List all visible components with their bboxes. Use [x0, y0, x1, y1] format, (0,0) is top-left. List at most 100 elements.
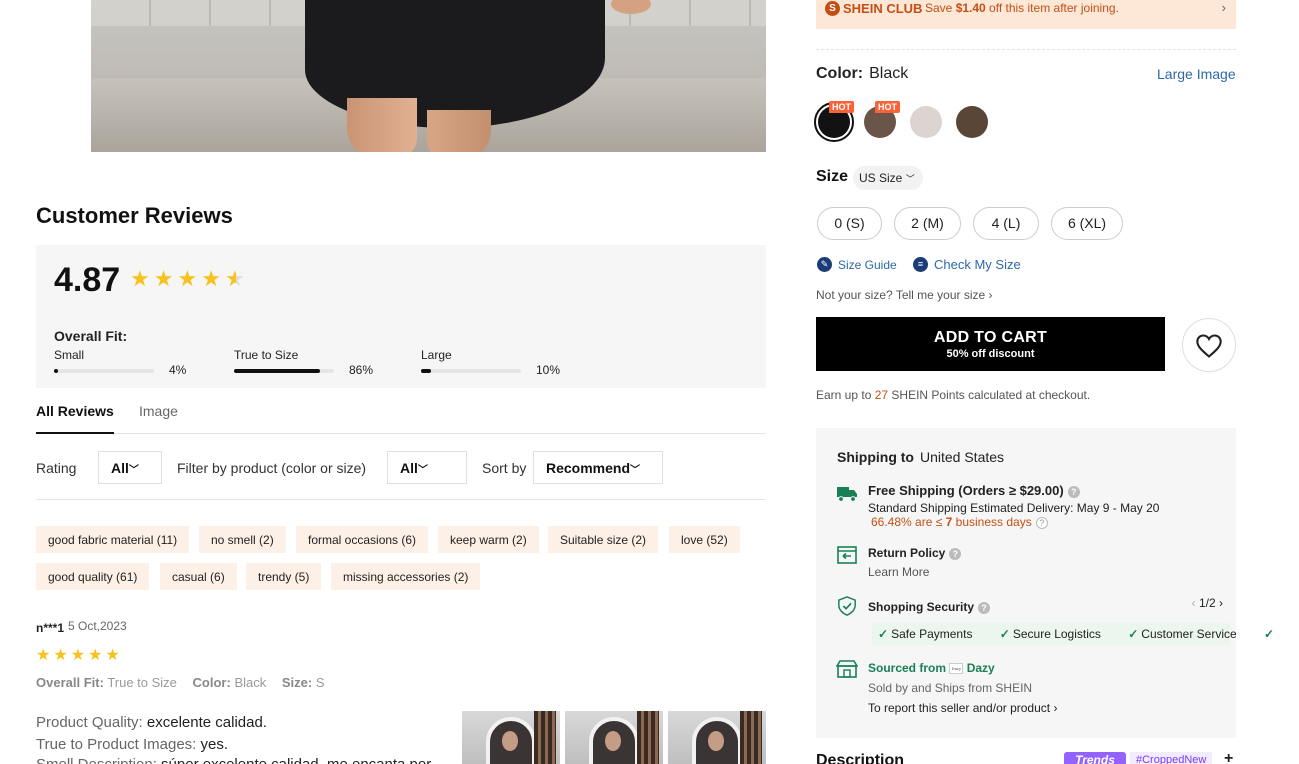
description-title[interactable]: Description [816, 752, 904, 764]
review-stars: ★ ★ ★ ★ ★ [36, 648, 120, 664]
shield-icon [838, 596, 856, 616]
rating-filter-select[interactable]: All﹀ [98, 451, 162, 484]
sourced-from-label: Sourced from [868, 661, 947, 675]
reviewer-name: n***1 [36, 621, 65, 635]
on-time-stat: 66.48% are ≤ 7 business days? [871, 515, 1048, 529]
not-your-size-link[interactable]: Not your size? Tell me your size › [816, 288, 993, 302]
large-image-link[interactable]: Large Image [1157, 66, 1236, 82]
fit-large-label: Large [421, 348, 452, 362]
fit-small-label: Small [54, 348, 85, 362]
size-option[interactable]: 2 (M) [894, 207, 961, 240]
report-seller-link[interactable]: To report this seller and/or product › [868, 701, 1057, 715]
size-label: Size [816, 168, 849, 185]
star-icon: ★ [53, 647, 68, 664]
review-smell-value: súper excelente calidad, me encanta por [161, 756, 431, 764]
sort-value: Recommend [546, 460, 631, 476]
review-tag[interactable]: good fabric material (11) [36, 526, 190, 553]
review-tag[interactable]: trendy (5) [246, 563, 322, 590]
fit-large-fill [421, 369, 431, 373]
review-tag[interactable]: formal occasions (6) [296, 526, 429, 553]
security-pager[interactable]: ‹ 1/2 › [1192, 596, 1223, 610]
star-icon: ★ [105, 647, 120, 664]
chevron-right-icon: › [1221, 0, 1226, 15]
shipping-to-label: Shipping to [837, 449, 914, 465]
help-icon: ? [949, 547, 962, 560]
sort-label: Sort by [482, 460, 527, 476]
help-icon: ? [978, 601, 991, 614]
review-photo[interactable] [668, 711, 766, 764]
check-icon: ✓ [1264, 627, 1275, 641]
average-rating: 4.87 [54, 261, 121, 299]
review-photo[interactable] [565, 711, 663, 764]
review-tag[interactable]: casual (6) [160, 563, 237, 590]
review-tag[interactable]: no smell (2) [199, 526, 286, 553]
chevron-down-icon: ﹀ [630, 465, 641, 476]
sourced-from[interactable]: Sourced from Dazy Dazy [868, 661, 995, 675]
shipping-to[interactable]: Shipping to United States [837, 449, 1004, 465]
review-tag[interactable]: missing accessories (2) [331, 563, 481, 590]
photo-face [502, 731, 518, 751]
chevron-right-icon: › [1219, 596, 1223, 610]
tab-image[interactable]: Image [139, 403, 178, 434]
shopping-security[interactable]: Shopping Security? [868, 600, 991, 614]
add-to-cart-button[interactable]: ADD TO CART 50% off discount [816, 317, 1165, 371]
half-star-icon: ★ [224, 266, 245, 291]
review-tag[interactable]: Suitable size (2) [548, 526, 659, 553]
points-post: SHEIN Points calculated at checkout. [888, 388, 1091, 402]
expand-plus-icon[interactable]: + [1224, 750, 1233, 764]
color-swatch-dark-brown[interactable] [956, 106, 988, 138]
review-tag[interactable]: keep warm (2) [438, 526, 539, 553]
heart-icon [1196, 334, 1222, 358]
chevron-down-icon: ﹀ [905, 174, 915, 184]
on-time-pct: 66.48% are ≤ [871, 515, 943, 529]
tab-all-reviews[interactable]: All Reviews [36, 403, 114, 434]
photo-face [605, 731, 621, 751]
store-icon [836, 660, 858, 678]
size-option[interactable]: 0 (S) [817, 207, 882, 240]
sort-select[interactable]: Recommend﹀ [533, 451, 663, 484]
fit-small-bar [54, 369, 154, 373]
cart-discount-label: 50% off discount [946, 348, 1035, 360]
security-item-label: Customer Service [1141, 627, 1237, 641]
shipping-country: United States [919, 449, 1005, 465]
overall-fit-label: Overall Fit: [54, 328, 128, 344]
free-shipping[interactable]: Free Shipping (Orders ≥ $29.00)? [868, 483, 1080, 498]
star-icon: ★ [70, 647, 86, 664]
check-icon: ✓ [1128, 627, 1139, 641]
image-leg-right [427, 110, 491, 152]
wishlist-button[interactable] [1182, 318, 1236, 372]
seller-brand: Dazy [966, 661, 995, 675]
review-fit-key: Overall Fit: [36, 675, 104, 690]
size-option[interactable]: 4 (L) [973, 207, 1039, 240]
check-my-size-link[interactable]: ≡ Check My Size [913, 257, 1021, 272]
size-unit-select[interactable]: US Size ﹀ [853, 166, 923, 190]
review-size-value: S [315, 675, 325, 690]
size-guide-link[interactable]: ✎ Size Guide [817, 257, 897, 272]
check-icon: ✓ [878, 627, 889, 641]
check-my-size-label: Check My Size [934, 257, 1021, 272]
return-policy[interactable]: Return Policy? [868, 546, 962, 560]
size-option[interactable]: 6 (XL) [1051, 207, 1123, 240]
hot-badge: HOT [829, 101, 854, 113]
report-seller-label: To report this seller and/or product [868, 701, 1051, 715]
learn-more-link[interactable]: Learn More [868, 565, 929, 579]
color-swatch-beige[interactable] [910, 106, 942, 138]
star-icon: ★ [130, 266, 150, 291]
not-your-size-label: Not your size? Tell me your size [816, 288, 986, 302]
product-main-image[interactable] [91, 0, 766, 152]
fit-true-fill [234, 369, 320, 373]
review-photo[interactable] [462, 711, 560, 764]
security-item: ✓ Safe Payments [878, 627, 984, 641]
star-icon: ★ [153, 266, 174, 291]
product-filter-select[interactable]: All﹀ [387, 451, 467, 484]
star-icon: ★ [88, 647, 103, 664]
fit-true-bar [234, 369, 334, 373]
review-tag[interactable]: good quality (61) [36, 563, 150, 590]
security-features: ✓ Safe Payments ✓ Secure Logistics ✓ Custom… [872, 623, 1274, 645]
club-msg-pre: Save [925, 1, 956, 15]
shein-club-banner[interactable]: S SHEIN CLUB Save $1.40 off this item af… [816, 0, 1236, 29]
review-tag[interactable]: love (52) [669, 526, 740, 553]
chevron-down-icon: ﹀ [128, 465, 139, 476]
color-selection: Color: Black [816, 65, 908, 83]
trend-tag[interactable]: #CroppedNew [1130, 752, 1213, 764]
